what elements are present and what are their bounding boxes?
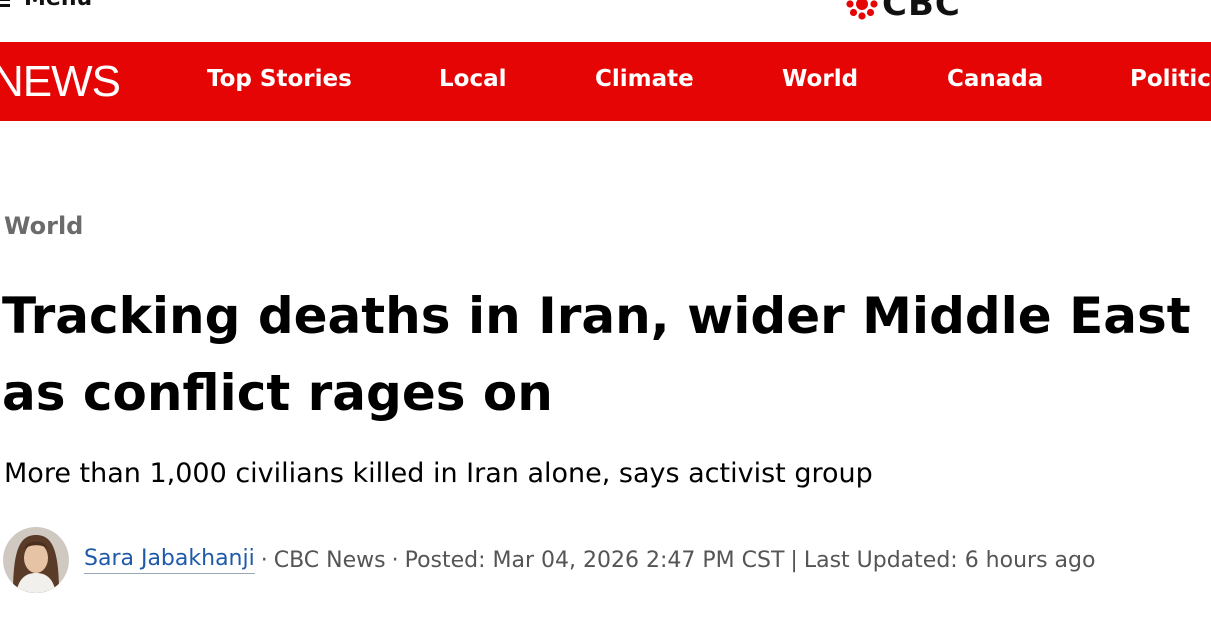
news-brand[interactable]: NEWS [0, 57, 121, 107]
section-label[interactable]: World [4, 212, 83, 240]
posted-date: Posted: Mar 04, 2026 2:47 PM CST [404, 547, 785, 573]
article-deck: More than 1,000 civilians killed in Iran… [4, 458, 873, 489]
top-bar: Menu CBC [0, 0, 1211, 42]
headline-line-1: Tracking deaths in Iran, wider Middle Ea… [2, 287, 1191, 345]
nav-item-local[interactable]: Local [439, 66, 507, 92]
author-avatar[interactable] [3, 527, 69, 593]
headline-line-2: as conflict rages on [2, 364, 553, 422]
separator-dot: · [260, 547, 268, 573]
updated-date: Last Updated: 6 hours ago [803, 547, 1096, 573]
outlet-name: CBC News [273, 547, 386, 573]
nav-item-politics[interactable]: Politics [1130, 66, 1211, 92]
byline: Sara Jabakhanji · CBC News · Posted: Mar… [3, 526, 1095, 594]
nav-item-climate[interactable]: Climate [595, 66, 694, 92]
menu-button[interactable]: Menu [0, 0, 92, 11]
nav-item-top-stories[interactable]: Top Stories [207, 66, 352, 92]
author-photo [3, 527, 69, 593]
byline-text: Sara Jabakhanji · CBC News · Posted: Mar… [84, 546, 1095, 574]
article-headline: Tracking deaths in Iran, wider Middle Ea… [2, 278, 1211, 432]
menu-label: Menu [24, 0, 92, 11]
author-link[interactable]: Sara Jabakhanji [84, 546, 255, 574]
cbc-wordmark: CBC [882, 0, 961, 24]
main-nav: NEWS Top Stories Local Climate World Can… [0, 42, 1211, 121]
nav-item-world[interactable]: World [782, 66, 858, 92]
cbc-logo[interactable]: CBC [846, 0, 961, 24]
hamburger-icon [0, 0, 10, 7]
nav-item-canada[interactable]: Canada [947, 66, 1043, 92]
separator-dot: · [391, 547, 399, 573]
separator-pipe: | [790, 547, 798, 573]
cbc-gem-icon [846, 0, 878, 20]
